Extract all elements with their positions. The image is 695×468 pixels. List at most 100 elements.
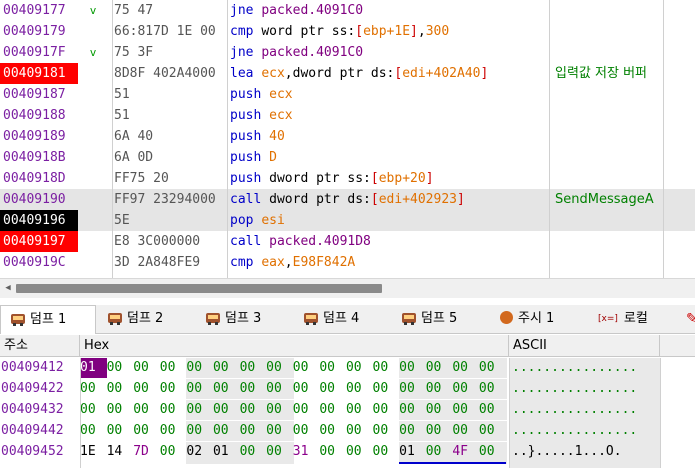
dump-row[interactable]: 00409432 00 00 00 00 00 00 00 00 00 00 00 00 00 00 00 00… (0, 400, 695, 420)
hex-byte[interactable]: 00 (213, 379, 240, 399)
hex-byte[interactable]: 00 (107, 400, 134, 420)
tab-덤프-1[interactable]: 덤프 1 (0, 305, 96, 334)
hex-byte[interactable]: 00 (213, 400, 240, 420)
instruction-address[interactable]: 0040918D (0, 168, 78, 189)
hex-byte[interactable]: 00 (266, 442, 293, 462)
disasm-row[interactable]: 00409179 66:817D 1E 00 cmp word ptr ss:[eb… (0, 21, 695, 42)
dump-ascii[interactable]: ................ (512, 421, 660, 441)
hex-byte[interactable]: 00 (399, 358, 426, 378)
hex-byte[interactable]: 00 (240, 358, 267, 378)
hex-byte[interactable]: 14 (107, 442, 134, 462)
hex-byte[interactable]: 00 (346, 358, 373, 378)
hex-byte[interactable]: 00 (479, 421, 506, 441)
dump-hex-bytes[interactable]: 00 00 00 00 00 00 00 00 00 00 00 00 00 00 00 00 (80, 400, 508, 420)
disasm-row[interactable]: 0040919C 3D 2A848FE9 cmp eax,E98F842A (0, 252, 695, 273)
hex-byte[interactable]: 01 (80, 358, 107, 378)
hex-byte[interactable]: 7D (133, 442, 160, 462)
instruction-text[interactable]: pop esi (230, 210, 548, 231)
horizontal-scrollbar[interactable]: ◀ (0, 278, 695, 298)
hex-byte[interactable]: 00 (373, 358, 400, 378)
hex-byte[interactable]: 00 (240, 379, 267, 399)
dump-pane[interactable]: 주소 Hex ASCII 00409412 01 00 00 00 00 00 00 00 00 0… (0, 335, 695, 468)
hex-byte[interactable]: 00 (160, 358, 187, 378)
hex-byte[interactable]: 00 (293, 358, 320, 378)
hex-byte[interactable]: 31 (293, 442, 320, 462)
dump-address[interactable]: 00409442 (0, 421, 78, 441)
hex-byte[interactable]: 00 (293, 421, 320, 441)
hex-byte[interactable]: 00 (266, 400, 293, 420)
instruction-text[interactable]: push 40 (230, 126, 548, 147)
hex-byte[interactable]: 00 (373, 400, 400, 420)
tab-덤프-3[interactable]: 덤프 3 (196, 305, 294, 333)
hex-byte[interactable]: 00 (240, 442, 267, 462)
instruction-text[interactable]: push ecx (230, 105, 548, 126)
hex-byte[interactable]: 00 (425, 442, 453, 464)
instruction-address[interactable]: 00409187 (0, 84, 78, 105)
hex-byte[interactable]: 00 (133, 358, 160, 378)
hex-byte[interactable]: 00 (452, 379, 479, 399)
hex-byte[interactable]: 00 (478, 442, 506, 464)
hex-byte[interactable]: 00 (133, 400, 160, 420)
hex-byte[interactable]: 00 (479, 358, 506, 378)
hex-byte[interactable]: 00 (266, 358, 293, 378)
hex-byte[interactable]: 02 (186, 442, 213, 462)
hex-byte[interactable]: 00 (479, 400, 506, 420)
instruction-text[interactable]: call dword ptr ds:[edi+402923] (230, 189, 548, 210)
scrollbar-thumb[interactable] (16, 284, 382, 293)
hex-byte[interactable]: 00 (426, 421, 453, 441)
disassembly-pane[interactable]: 00409177 v 75 47 jne packed.4091C0 00409179 6… (0, 0, 695, 278)
dump-row[interactable]: 00409442 00 00 00 00 00 00 00 00 00 00 00 00 00 00 00 00… (0, 421, 695, 441)
instruction-address[interactable]: 0040918B (0, 147, 78, 168)
hex-byte[interactable]: 00 (426, 400, 453, 420)
disasm-row[interactable]: 00409190 FF97 23294000 call dword ptr ds:[… (0, 189, 695, 210)
disasm-row[interactable]: 00409181 8D8F 402A4000 lea ecx,dword ptr d… (0, 63, 695, 84)
hex-byte[interactable]: 00 (107, 421, 134, 441)
hex-byte[interactable]: 00 (479, 379, 506, 399)
hex-byte[interactable]: 00 (186, 400, 213, 420)
hex-byte[interactable]: 00 (399, 379, 426, 399)
hex-byte[interactable]: 1E (80, 442, 107, 462)
dump-hex-bytes[interactable]: 00 00 00 00 00 00 00 00 00 00 00 00 00 00 00 00 (80, 421, 508, 441)
instruction-address[interactable]: 00409189 (0, 126, 78, 147)
hex-byte[interactable]: 00 (160, 421, 187, 441)
hex-byte[interactable]: 00 (426, 358, 453, 378)
instruction-text[interactable]: call packed.4091D8 (230, 231, 548, 252)
instruction-address[interactable]: 0040919C (0, 252, 78, 273)
tab-로컬[interactable]: [x=] 로컬 (588, 305, 676, 333)
instruction-text[interactable]: cmp eax,E98F842A (230, 252, 548, 273)
hex-byte[interactable]: 00 (107, 379, 134, 399)
hex-byte[interactable]: 00 (452, 358, 479, 378)
disasm-row[interactable]: 00409197 E8 3C000000 call packed.4091D8 (0, 231, 695, 252)
hex-byte[interactable]: 00 (240, 421, 267, 441)
disasm-row[interactable]: 0040917F v 75 3F jne packed.4091C0 (0, 42, 695, 63)
hex-byte[interactable]: 00 (186, 421, 213, 441)
hex-byte[interactable]: 00 (373, 421, 400, 441)
dump-row[interactable]: 00409452 1E 14 7D 00 02 01 00 00 31 00 00 00 01 00 4F 00… (0, 442, 695, 464)
dump-address[interactable]: 00409452 (0, 442, 78, 462)
column-header-hex[interactable]: Hex (80, 335, 509, 357)
hex-byte[interactable]: 00 (160, 379, 187, 399)
instruction-text[interactable]: cmp word ptr ss:[ebp+1E],300 (230, 21, 548, 42)
instruction-address[interactable]: 00409177 (0, 0, 78, 21)
dump-hex-bytes[interactable]: 00 00 00 00 00 00 00 00 00 00 00 00 00 00 00 00 (80, 379, 508, 399)
tab-주시-1[interactable]: 주시 1 (490, 305, 588, 333)
instruction-address[interactable]: 00409196 (0, 210, 78, 231)
hex-byte[interactable]: 00 (160, 400, 187, 420)
scroll-left-arrow-icon[interactable]: ◀ (0, 279, 16, 298)
hex-byte[interactable]: 00 (319, 379, 346, 399)
hex-byte[interactable]: 00 (399, 421, 426, 441)
hex-byte[interactable]: 00 (293, 379, 320, 399)
hex-byte[interactable]: 00 (213, 421, 240, 441)
hex-byte[interactable]: 00 (426, 379, 453, 399)
hex-byte[interactable]: 00 (293, 400, 320, 420)
hex-byte[interactable]: 00 (373, 442, 400, 462)
instruction-text[interactable]: jne packed.4091C0 (230, 0, 548, 21)
hex-byte[interactable]: 00 (266, 421, 293, 441)
tab-덤프-2[interactable]: 덤프 2 (98, 305, 196, 333)
hex-byte[interactable]: 00 (319, 400, 346, 420)
hex-byte[interactable]: 00 (346, 421, 373, 441)
dump-address[interactable]: 00409422 (0, 379, 78, 399)
instruction-address[interactable]: 00409179 (0, 21, 78, 42)
hex-byte[interactable]: 00 (240, 400, 267, 420)
hex-byte[interactable]: 00 (346, 379, 373, 399)
